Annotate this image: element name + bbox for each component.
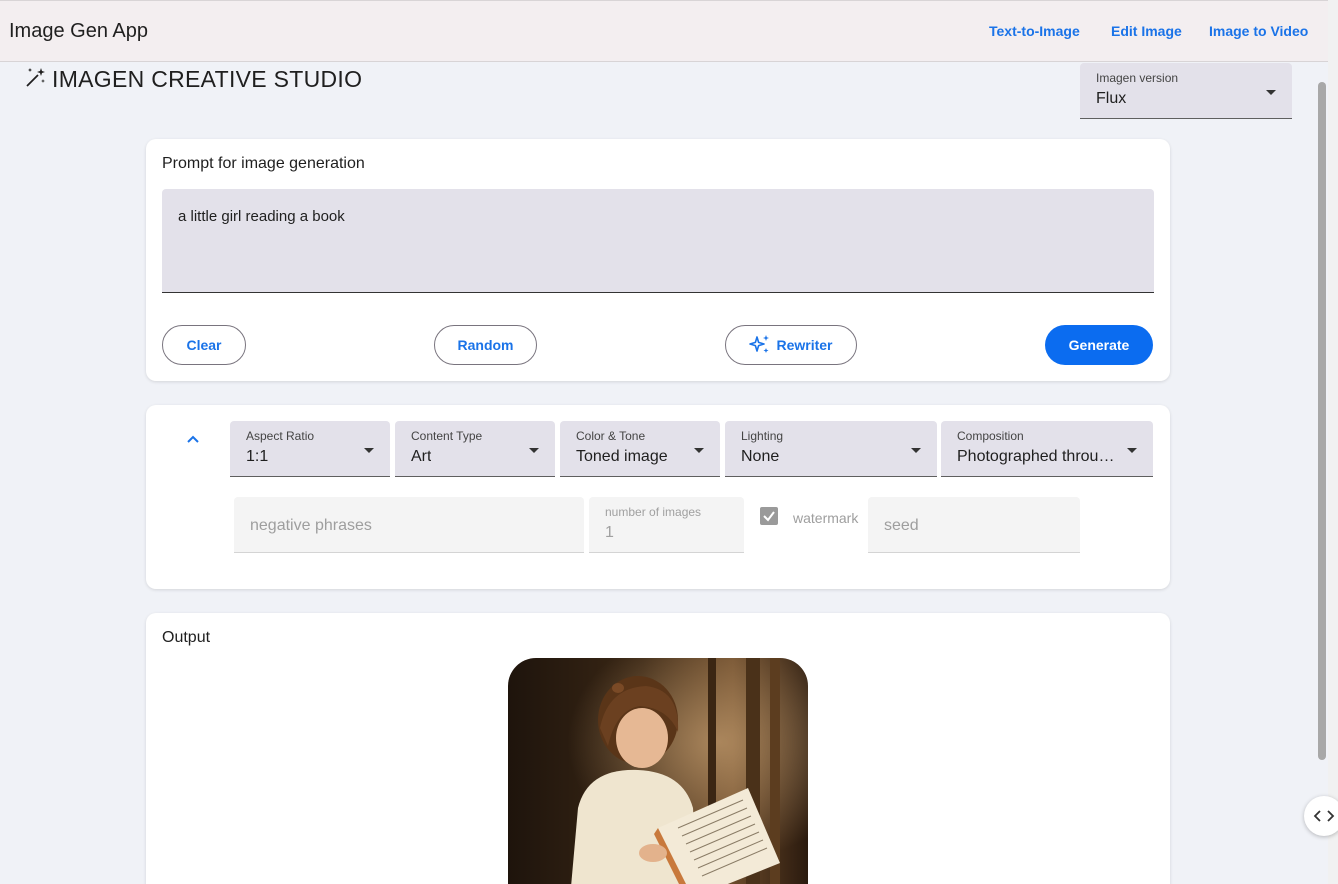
lighting-select[interactable]: Lighting None	[725, 421, 937, 477]
aspect-ratio-label: Aspect Ratio	[246, 429, 315, 443]
content-type-select[interactable]: Content Type Art	[395, 421, 555, 477]
seed-placeholder: seed	[884, 517, 919, 534]
page-scrollbar-thumb[interactable]	[1318, 82, 1326, 760]
page-scrollbar-track[interactable]	[1328, 0, 1338, 884]
composition-label: Composition	[957, 429, 1024, 443]
clear-button[interactable]: Clear	[162, 325, 246, 365]
top-app-bar: Image Gen App Text-to-Image Edit Image I…	[0, 0, 1328, 62]
collapse-chevron-icon[interactable]	[184, 432, 202, 451]
output-card: Output	[146, 613, 1170, 884]
magic-wand-icon	[24, 66, 52, 93]
generate-button[interactable]: Generate	[1045, 325, 1153, 365]
imagen-version-value: Flux	[1096, 90, 1127, 107]
imagen-version-label: Imagen version	[1096, 71, 1179, 85]
content-type-label: Content Type	[411, 429, 483, 443]
color-tone-value: Toned image	[576, 448, 668, 465]
prompt-textarea[interactable]: a little girl reading a book	[162, 189, 1154, 293]
rewriter-button[interactable]: Rewriter	[725, 325, 857, 365]
aspect-ratio-value: 1:1	[246, 448, 269, 465]
content-type-value: Art	[411, 448, 432, 465]
dropdown-arrow-icon	[694, 448, 704, 453]
color-tone-select[interactable]: Color & Tone Toned image	[560, 421, 720, 477]
nav-link-edit-image[interactable]: Edit Image	[1111, 23, 1182, 39]
options-card: Aspect Ratio 1:1 Content Type Art Color …	[146, 405, 1170, 589]
composition-value: Photographed through window	[957, 448, 1121, 465]
number-of-images-select[interactable]: number of images 1	[589, 497, 744, 553]
number-of-images-label: number of images	[605, 505, 702, 519]
watermark-label: watermark	[793, 510, 859, 526]
dropdown-arrow-icon	[364, 448, 374, 453]
sparkle-icon	[749, 334, 771, 356]
prompt-heading: Prompt for image generation	[162, 155, 365, 172]
seed-input[interactable]: seed	[868, 497, 1080, 553]
negative-phrases-input[interactable]: negative phrases	[234, 497, 584, 553]
aspect-ratio-select[interactable]: Aspect Ratio 1:1	[230, 421, 390, 477]
studio-header: IMAGEN CREATIVE STUDIO	[24, 62, 362, 96]
dropdown-arrow-icon	[1266, 90, 1276, 95]
dropdown-arrow-icon	[1127, 448, 1137, 453]
number-of-images-value: 1	[605, 524, 614, 541]
dropdown-arrow-icon	[529, 448, 539, 453]
output-heading: Output	[162, 629, 211, 646]
composition-select[interactable]: Composition Photographed through window	[941, 421, 1153, 477]
prompt-text: a little girl reading a book	[178, 208, 345, 225]
imagen-version-select[interactable]: Imagen version Flux	[1080, 63, 1292, 119]
generated-image[interactable]	[508, 658, 808, 884]
color-tone-label: Color & Tone	[576, 429, 646, 443]
watermark-checkbox[interactable]	[760, 507, 778, 525]
negative-phrases-placeholder: negative phrases	[250, 517, 372, 534]
random-button[interactable]: Random	[434, 325, 537, 365]
nav-link-image-to-video[interactable]: Image to Video	[1209, 23, 1308, 39]
lighting-value: None	[741, 448, 780, 465]
dropdown-arrow-icon	[911, 448, 921, 453]
prompt-card: Prompt for image generation a little gir…	[146, 139, 1170, 381]
app-title: Image Gen App	[9, 20, 148, 42]
studio-title: IMAGEN CREATIVE STUDIO	[52, 65, 363, 92]
lighting-label: Lighting	[741, 429, 784, 443]
nav-link-text-to-image[interactable]: Text-to-Image	[989, 23, 1080, 39]
view-code-button[interactable]	[1304, 796, 1338, 836]
rewriter-button-label: Rewriter	[776, 337, 833, 353]
code-icon	[1313, 809, 1335, 823]
